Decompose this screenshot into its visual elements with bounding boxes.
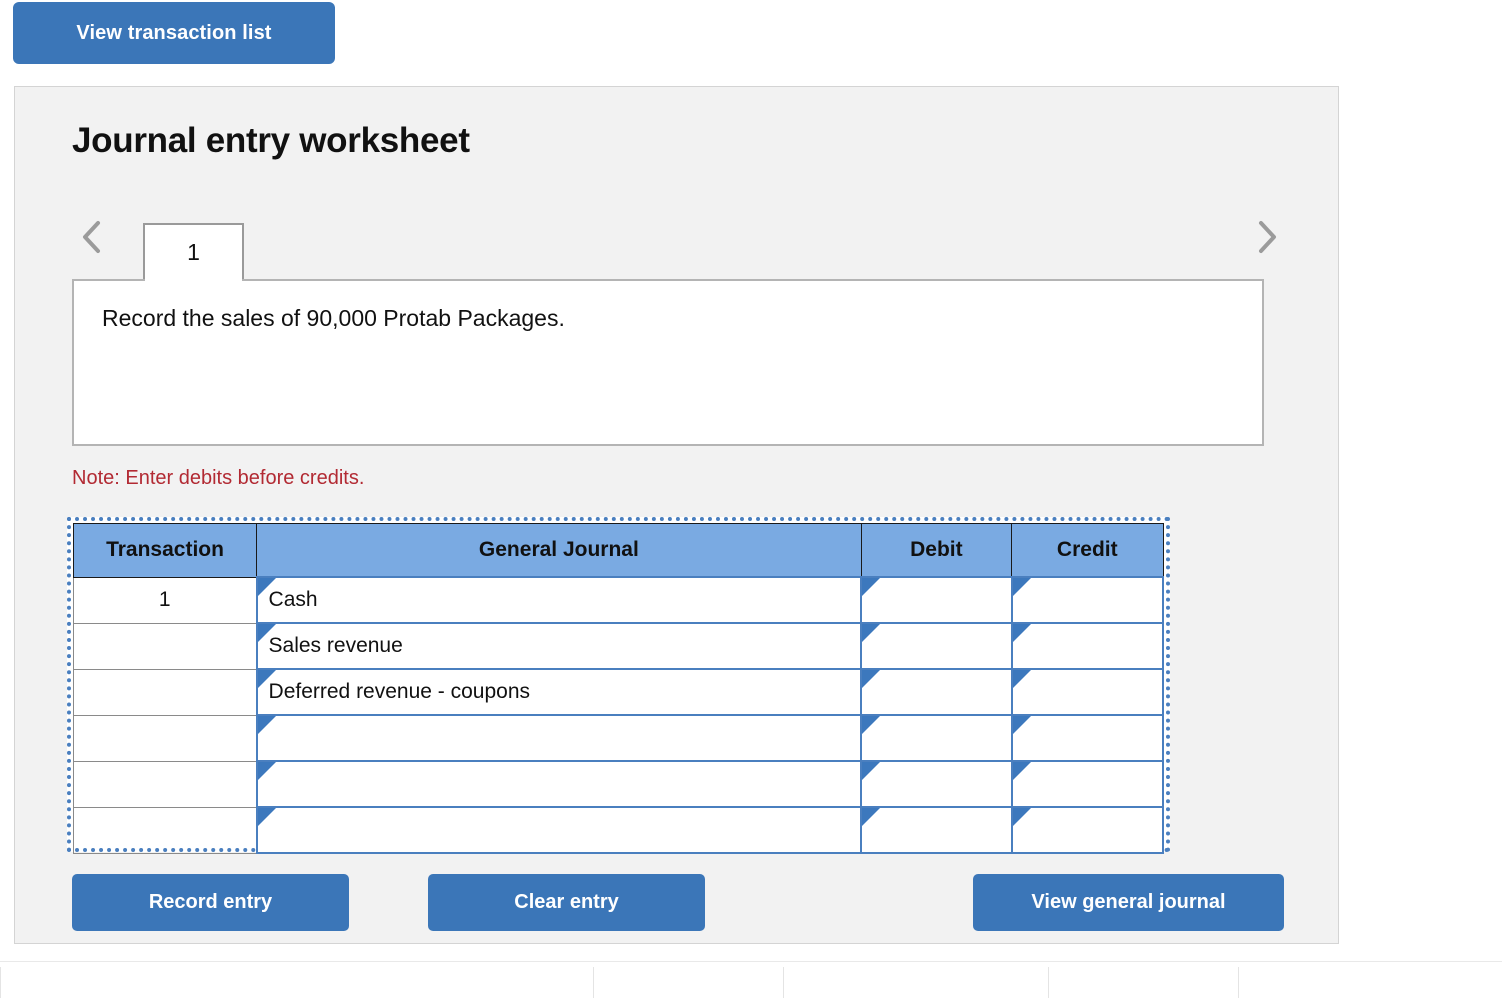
journal-entry-table-container: Transaction General Journal Debit Credit… <box>67 517 1170 852</box>
cell-debit-amount[interactable] <box>861 669 1011 715</box>
view-transaction-list-button[interactable]: View transaction list <box>13 2 335 64</box>
transaction-description-text: Record the sales of 90,000 Protab Packag… <box>102 305 565 332</box>
worksheet-tab-1[interactable]: 1 <box>143 223 244 279</box>
bottom-table-divider <box>1238 967 1239 998</box>
dropdown-triangle-icon <box>258 716 276 734</box>
dropdown-triangle-icon <box>862 808 880 826</box>
cell-debit-amount[interactable] <box>861 623 1011 669</box>
bottom-table-divider <box>0 967 1 998</box>
cell-general-journal-account[interactable]: Sales revenue <box>257 623 862 669</box>
cell-debit-amount[interactable] <box>861 761 1011 807</box>
page-title: Journal entry worksheet <box>72 121 470 161</box>
cell-transaction-number <box>74 715 257 761</box>
dropdown-triangle-icon <box>1013 578 1031 596</box>
dropdown-triangle-icon <box>862 716 880 734</box>
cell-credit-amount[interactable] <box>1012 807 1163 853</box>
dropdown-triangle-icon <box>862 670 880 688</box>
cell-debit-amount[interactable] <box>861 577 1011 623</box>
chevron-right-icon <box>1256 219 1278 255</box>
cell-credit-amount[interactable] <box>1012 669 1163 715</box>
journal-entry-table: Transaction General Journal Debit Credit… <box>73 523 1164 854</box>
cell-general-journal-account-value: Deferred revenue - coupons <box>258 671 861 713</box>
bottom-table-divider <box>1048 967 1049 998</box>
column-header-credit: Credit <box>1012 524 1163 578</box>
cell-general-journal-account[interactable]: Deferred revenue - coupons <box>257 669 862 715</box>
dropdown-triangle-icon <box>258 670 276 688</box>
dropdown-triangle-icon <box>862 762 880 780</box>
bottom-partial-table <box>0 962 1502 998</box>
cell-transaction-number <box>74 761 257 807</box>
tab-joint <box>145 277 242 281</box>
bottom-table-divider <box>783 967 784 998</box>
journal-entry-worksheet-panel: Journal entry worksheet 1 Record the sal… <box>14 86 1339 944</box>
table-row <box>74 807 1164 853</box>
dropdown-triangle-icon <box>1013 624 1031 642</box>
cell-general-journal-account-value: Sales revenue <box>258 625 861 667</box>
cell-general-journal-account[interactable] <box>257 807 862 853</box>
column-header-debit: Debit <box>861 524 1011 578</box>
dropdown-triangle-icon <box>258 808 276 826</box>
column-header-transaction: Transaction <box>74 524 257 578</box>
table-row <box>74 715 1164 761</box>
table-header-row: Transaction General Journal Debit Credit <box>74 524 1164 578</box>
table-row: 1Cash <box>74 577 1164 623</box>
dropdown-triangle-icon <box>862 624 880 642</box>
column-header-general-journal: General Journal <box>257 524 862 578</box>
clear-entry-button[interactable]: Clear entry <box>428 874 705 931</box>
view-general-journal-button[interactable]: View general journal <box>973 874 1284 931</box>
worksheet-tabstrip: 1 <box>15 197 1338 279</box>
chevron-left-icon <box>81 219 103 255</box>
table-row: Sales revenue <box>74 623 1164 669</box>
table-row: Deferred revenue - coupons <box>74 669 1164 715</box>
bottom-table-divider <box>593 967 594 998</box>
cell-credit-amount[interactable] <box>1012 761 1163 807</box>
worksheet-tab-label: 1 <box>187 239 200 266</box>
cell-credit-amount[interactable] <box>1012 577 1163 623</box>
cell-credit-amount[interactable] <box>1012 715 1163 761</box>
cell-debit-amount[interactable] <box>861 807 1011 853</box>
dropdown-triangle-icon <box>1013 808 1031 826</box>
prev-entry-button[interactable] <box>70 211 114 263</box>
dropdown-triangle-icon <box>258 578 276 596</box>
dropdown-triangle-icon <box>1013 670 1031 688</box>
cell-credit-amount[interactable] <box>1012 623 1163 669</box>
cell-transaction-number <box>74 623 257 669</box>
cell-debit-amount[interactable] <box>861 715 1011 761</box>
dropdown-triangle-icon <box>1013 762 1031 780</box>
dropdown-triangle-icon <box>258 624 276 642</box>
cell-transaction-number <box>74 669 257 715</box>
next-entry-button[interactable] <box>1245 211 1289 263</box>
dropdown-triangle-icon <box>1013 716 1031 734</box>
cell-transaction-number <box>74 807 257 853</box>
transaction-description-box: Record the sales of 90,000 Protab Packag… <box>72 279 1264 446</box>
debits-before-credits-note: Note: Enter debits before credits. <box>72 467 364 490</box>
cell-general-journal-account-value: Cash <box>258 579 861 621</box>
dropdown-triangle-icon <box>258 762 276 780</box>
dropdown-triangle-icon <box>862 578 880 596</box>
cell-general-journal-account[interactable]: Cash <box>257 577 862 623</box>
cell-transaction-number: 1 <box>74 577 257 623</box>
table-row <box>74 761 1164 807</box>
cell-general-journal-account[interactable] <box>257 761 862 807</box>
record-entry-button[interactable]: Record entry <box>72 874 349 931</box>
cell-general-journal-account[interactable] <box>257 715 862 761</box>
